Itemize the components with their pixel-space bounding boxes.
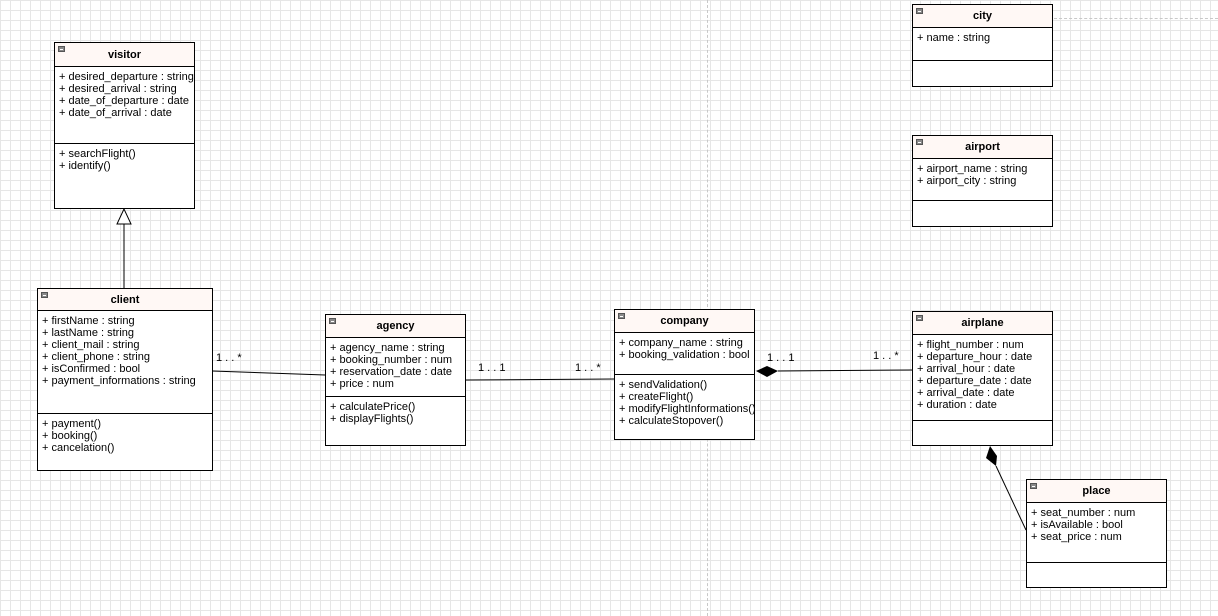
methods-section	[913, 61, 1052, 65]
attribute: + client_mail : string	[42, 339, 140, 351]
attributes-section: + name : string	[913, 28, 1052, 61]
composition-airplane-place[interactable]	[995, 465, 1027, 531]
attribute: + departure_hour : date	[917, 351, 1033, 363]
methods-section: + searchFlight() + identify()	[55, 144, 194, 172]
methods-section: + sendValidation() + createFlight() + modi…	[615, 375, 756, 427]
multiplicity-client: 1 . . *	[216, 352, 242, 364]
attribute: + duration : date	[917, 399, 997, 411]
class-header[interactable]: airplane	[913, 312, 1052, 335]
attributes-section: + flight_number : num + departure_hour : …	[913, 335, 1052, 421]
attribute: + isAvailable : bool	[1031, 519, 1123, 531]
attribute: + booking_validation : bool	[619, 349, 750, 361]
composition-company-airplane[interactable]	[777, 369, 913, 372]
class-header[interactable]: airport	[913, 136, 1052, 159]
multiplicity-agency: 1 . . 1	[478, 362, 506, 374]
attribute: + seat_number : num	[1031, 507, 1136, 519]
class-name: client	[110, 293, 140, 306]
attributes-section: + company_name : string + booking_validat…	[615, 333, 754, 375]
generalization-arrowhead	[116, 207, 132, 225]
attribute: + date_of_arrival : date	[59, 107, 172, 119]
method: + sendValidation()	[619, 379, 708, 391]
attribute: + arrival_date : date	[917, 387, 1015, 399]
methods-section	[913, 421, 1052, 425]
class-agency[interactable]: agency + agency_name : string + booking_n…	[325, 314, 466, 446]
multiplicity-company-agency: 1 . . *	[575, 362, 601, 374]
methods-section: + calculatePrice() + displayFlights()	[326, 397, 465, 425]
attribute: + client_phone : string	[42, 351, 150, 363]
class-header[interactable]: client	[38, 289, 212, 311]
attribute: + name : string	[917, 32, 991, 44]
method: + searchFlight()	[59, 148, 136, 160]
attribute: + reservation_date : date	[330, 366, 452, 378]
composition-diamond-company	[756, 366, 778, 377]
class-name: place	[1082, 485, 1111, 497]
attribute: + firstName : string	[42, 315, 135, 327]
attribute: + lastName : string	[42, 327, 135, 339]
method: + createFlight()	[619, 391, 694, 403]
method: + displayFlights()	[330, 413, 414, 425]
multiplicity-company: 1 . . 1	[767, 352, 795, 364]
class-header[interactable]: company	[615, 310, 754, 333]
attribute: + date_of_departure : date	[59, 95, 189, 107]
class-header[interactable]: visitor	[55, 43, 194, 67]
class-place[interactable]: place + seat_number : num + isAvailable :…	[1026, 479, 1167, 588]
attribute: + price : num	[330, 378, 394, 390]
class-name: airplane	[961, 317, 1004, 329]
attribute: + agency_name : string	[330, 342, 445, 354]
attribute: + departure_date : date	[917, 375, 1032, 387]
class-name: visitor	[107, 48, 141, 61]
method: + cancelation()	[42, 442, 115, 454]
class-header[interactable]: city	[913, 5, 1052, 28]
class-header[interactable]: agency	[326, 315, 465, 338]
attribute: + desired_arrival : string	[59, 83, 177, 95]
class-company[interactable]: company + company_name : string + booking…	[614, 309, 756, 440]
attribute: + company_name : string	[619, 337, 743, 349]
class-header[interactable]: place	[1027, 480, 1166, 503]
method: + payment()	[42, 418, 101, 430]
attribute: + airport_name : string	[917, 163, 1028, 175]
method: + calculatePrice()	[330, 401, 416, 413]
attributes-section: + agency_name : string + booking_number :…	[326, 338, 465, 397]
association-client-agency[interactable]	[211, 370, 326, 376]
attribute: + desired_departure : string	[59, 71, 194, 83]
class-visitor[interactable]: visitor + desired_departure : string + de…	[54, 42, 195, 209]
method: + modifyFlightInformations()	[619, 403, 756, 415]
attribute: + isConfirmed : bool	[42, 363, 141, 375]
attribute: + booking_number : num	[330, 354, 452, 366]
attribute: + flight_number : num	[917, 339, 1024, 351]
class-city[interactable]: city + name : string	[912, 4, 1053, 87]
methods-section	[1027, 563, 1166, 567]
attribute: + payment_informations : string	[42, 375, 196, 387]
class-name: company	[660, 315, 709, 327]
class-airport[interactable]: airport + airport_name : string + airport…	[912, 135, 1053, 227]
method: + calculateStopover()	[619, 415, 724, 427]
attributes-section: + firstName : string + lastName : string +…	[38, 311, 212, 414]
class-name: city	[973, 10, 992, 22]
class-name: airport	[965, 141, 1000, 153]
methods-section	[913, 201, 1052, 205]
attributes-section: + seat_number : num + isAvailable : bool +…	[1027, 503, 1166, 563]
class-name: agency	[376, 320, 415, 332]
class-client[interactable]: client + firstName : string + lastName : …	[37, 288, 213, 471]
composition-diamond-airplane	[986, 446, 997, 466]
method: + booking()	[42, 430, 98, 442]
attribute: + seat_price : num	[1031, 531, 1122, 543]
attribute: + arrival_hour : date	[917, 363, 1016, 375]
attribute: + airport_city : string	[917, 175, 1017, 187]
attributes-section: + airport_name : string + airport_city : …	[913, 159, 1052, 201]
attributes-section: + desired_departure : string + desired_ar…	[55, 67, 194, 144]
association-agency-company[interactable]	[465, 378, 615, 381]
multiplicity-airplane: 1 . . *	[873, 350, 899, 362]
class-airplane[interactable]: airplane + flight_number : num + departur…	[912, 311, 1053, 446]
methods-section: + payment() + booking() + cancelation()	[38, 414, 212, 454]
method: + identify()	[59, 160, 111, 172]
